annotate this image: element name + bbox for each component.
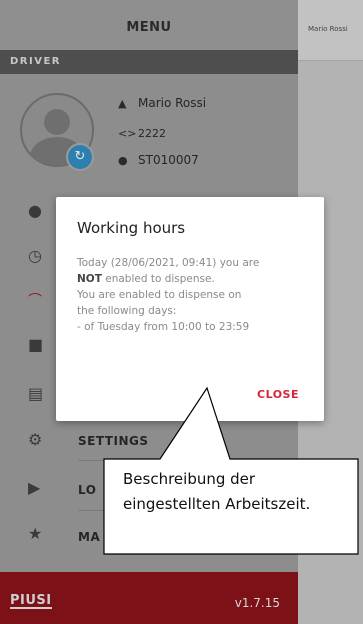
callout-line: Beschreibung der [123,470,256,488]
callout-line: eingestellten Arbeitszeit. [123,495,311,513]
callout-box [103,386,359,555]
callout-text: Beschreibung der eingestellten Arbeitsze… [123,467,310,517]
